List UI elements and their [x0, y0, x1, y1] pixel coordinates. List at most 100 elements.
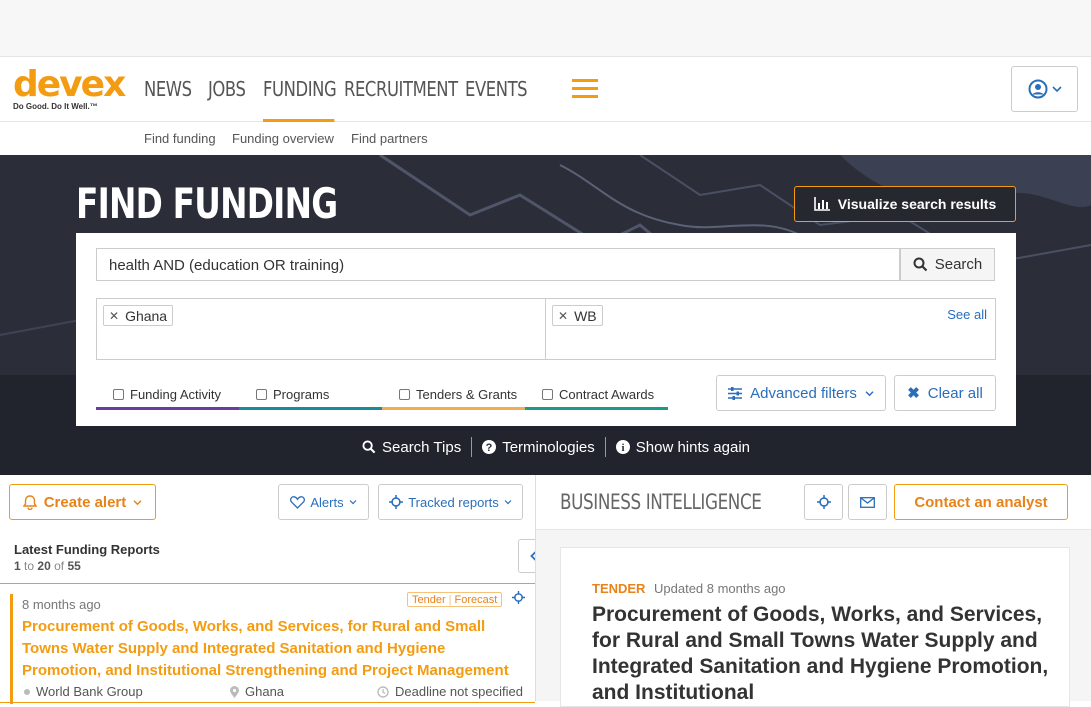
item-location: Ghana [230, 684, 284, 699]
alerts-label: Alerts [310, 494, 344, 510]
page-title: FIND FUNDING [76, 179, 338, 228]
nav-jobs[interactable]: JOBS [208, 57, 258, 122]
logo-wordmark: devex [13, 64, 126, 105]
contact-analyst-button[interactable]: Contact an analyst [894, 484, 1068, 520]
bar-chart-icon [813, 197, 830, 211]
status-badge: Tender | Forecast [407, 592, 503, 607]
tracked-reports-label: Tracked reports [408, 494, 499, 510]
nav-events[interactable]: EVENTS [465, 57, 531, 122]
create-alert-label: Create alert [43, 493, 127, 511]
alerts-button[interactable]: Alerts [278, 484, 369, 520]
svg-text:i: i [621, 442, 624, 454]
top-strip [0, 0, 1091, 57]
checkbox[interactable] [542, 389, 553, 400]
clock-icon [377, 685, 389, 698]
track-icon[interactable] [512, 591, 525, 604]
devex-logo[interactable]: devex Do Good. Do It Well.™ [13, 64, 126, 113]
selected-indicator [10, 594, 13, 704]
detail-type: TENDER [592, 581, 646, 596]
terminologies-link[interactable]: ? Terminologies [472, 439, 605, 456]
advanced-filters-label: Advanced filters [750, 384, 857, 402]
detail-updated: Updated 8 months ago [654, 581, 786, 596]
results-list-pane: Create alert Alerts Tracked reports Late… [0, 475, 549, 704]
search-icon [913, 257, 928, 272]
subnav-find-funding[interactable]: Find funding [144, 131, 216, 146]
chevron-down-icon [349, 500, 357, 505]
envelope-icon [860, 496, 875, 508]
item-deadline: Deadline not specified [377, 684, 523, 699]
remove-chip-icon[interactable]: ✕ [558, 309, 568, 323]
chevron-down-icon [504, 500, 512, 505]
clear-all-label: Clear all [927, 384, 983, 402]
list-title: Latest Funding Reports [14, 542, 160, 557]
heart-icon [290, 495, 306, 509]
info-icon: i [615, 440, 630, 454]
tab-tenders-grants[interactable]: Tenders & Grants [382, 382, 525, 410]
see-all-link[interactable]: See all [947, 307, 987, 322]
result-count: 1 to 20 of 55 [14, 559, 81, 573]
item-title[interactable]: Procurement of Goods, Works, and Service… [22, 616, 520, 682]
checkbox[interactable] [113, 389, 124, 400]
search-tips-link[interactable]: Search Tips [352, 439, 471, 456]
detail-card: TENDER Updated 8 months ago Procurement … [560, 547, 1070, 707]
tab-programs[interactable]: Programs [239, 382, 382, 410]
close-icon: ✖ [907, 385, 920, 402]
create-alert-button[interactable]: Create alert [9, 484, 156, 520]
filter-chip-ghana[interactable]: ✕ Ghana [103, 305, 174, 326]
filter-chip-wb[interactable]: ✕ WB [552, 305, 603, 326]
show-hints-link[interactable]: i Show hints again [606, 439, 760, 456]
item-time: 8 months ago [22, 597, 101, 612]
location-filter[interactable]: ✕ Ghana [96, 298, 546, 360]
list-item[interactable]: 8 months ago Tender | Forecast Procurement… [0, 583, 535, 704]
map-pin-icon [230, 685, 239, 698]
detail-pane: BUSINESS INTELLIGENCE Contact an analyst… [535, 475, 1091, 707]
email-button[interactable] [848, 484, 887, 520]
visualize-label: Visualize search results [837, 196, 997, 212]
business-intelligence-header: BUSINESS INTELLIGENCE Contact an analyst [536, 475, 1091, 530]
track-button[interactable] [804, 484, 843, 520]
chip-label: WB [574, 308, 597, 324]
subnav-funding-overview[interactable]: Funding overview [232, 131, 334, 146]
tab-contract-awards[interactable]: Contract Awards [525, 382, 668, 410]
chip-label: Ghana [125, 308, 168, 324]
menu-icon[interactable] [572, 79, 598, 99]
crosshair-icon [816, 495, 831, 509]
item-donor: World Bank Group [24, 684, 143, 699]
search-button-label: Search [934, 256, 983, 273]
section-heading: BUSINESS INTELLIGENCE [560, 490, 762, 514]
chevron-down-icon [1051, 86, 1062, 93]
checkbox[interactable] [399, 389, 410, 400]
search-input[interactable]: health AND (education OR training) [96, 248, 900, 281]
hint-links: Search Tips ? Terminologies i Show hints… [352, 437, 760, 457]
search-panel: health AND (education OR training) Searc… [76, 233, 1016, 426]
nav-recruitment[interactable]: RECRUITMENT [344, 57, 458, 122]
remove-chip-icon[interactable]: ✕ [109, 309, 119, 323]
clear-all-button[interactable]: ✖ Clear all [894, 375, 996, 411]
advanced-filters-button[interactable]: Advanced filters [716, 375, 886, 411]
subnav-find-partners[interactable]: Find partners [351, 131, 428, 146]
nav-news[interactable]: NEWS [144, 57, 201, 122]
tab-funding-activity[interactable]: Funding Activity [96, 382, 239, 410]
detail-title: Procurement of Goods, Works, and Service… [592, 603, 1049, 704]
hero-search-area: FIND FUNDING Visualize search results he… [0, 155, 1091, 475]
crosshair-icon [389, 495, 404, 509]
bell-icon [22, 494, 37, 510]
checkbox[interactable] [256, 389, 267, 400]
svg-text:?: ? [486, 442, 493, 454]
tracked-reports-button[interactable]: Tracked reports [378, 484, 523, 520]
visualize-results-button[interactable]: Visualize search results [794, 186, 1016, 222]
chevron-down-icon [133, 499, 142, 505]
main-nav: NEWS JOBS FUNDING RECRUITMENT EVENTS [144, 57, 539, 122]
type-tabs: Funding Activity Programs Tenders & Gran… [96, 382, 668, 410]
user-icon [1028, 79, 1047, 99]
main-navbar: devex Do Good. Do It Well.™ NEWS JOBS FU… [0, 57, 1091, 122]
question-icon: ? [482, 440, 497, 454]
user-menu-button[interactable] [1011, 66, 1078, 112]
sliders-icon [728, 386, 743, 400]
dot-icon [24, 688, 30, 695]
nav-funding[interactable]: FUNDING [263, 57, 337, 122]
search-icon [362, 440, 376, 454]
search-button[interactable]: Search [900, 248, 995, 281]
sub-nav: Find funding Funding overview Find partn… [0, 122, 1091, 155]
donor-filter[interactable]: ✕ WB See all [545, 298, 996, 360]
